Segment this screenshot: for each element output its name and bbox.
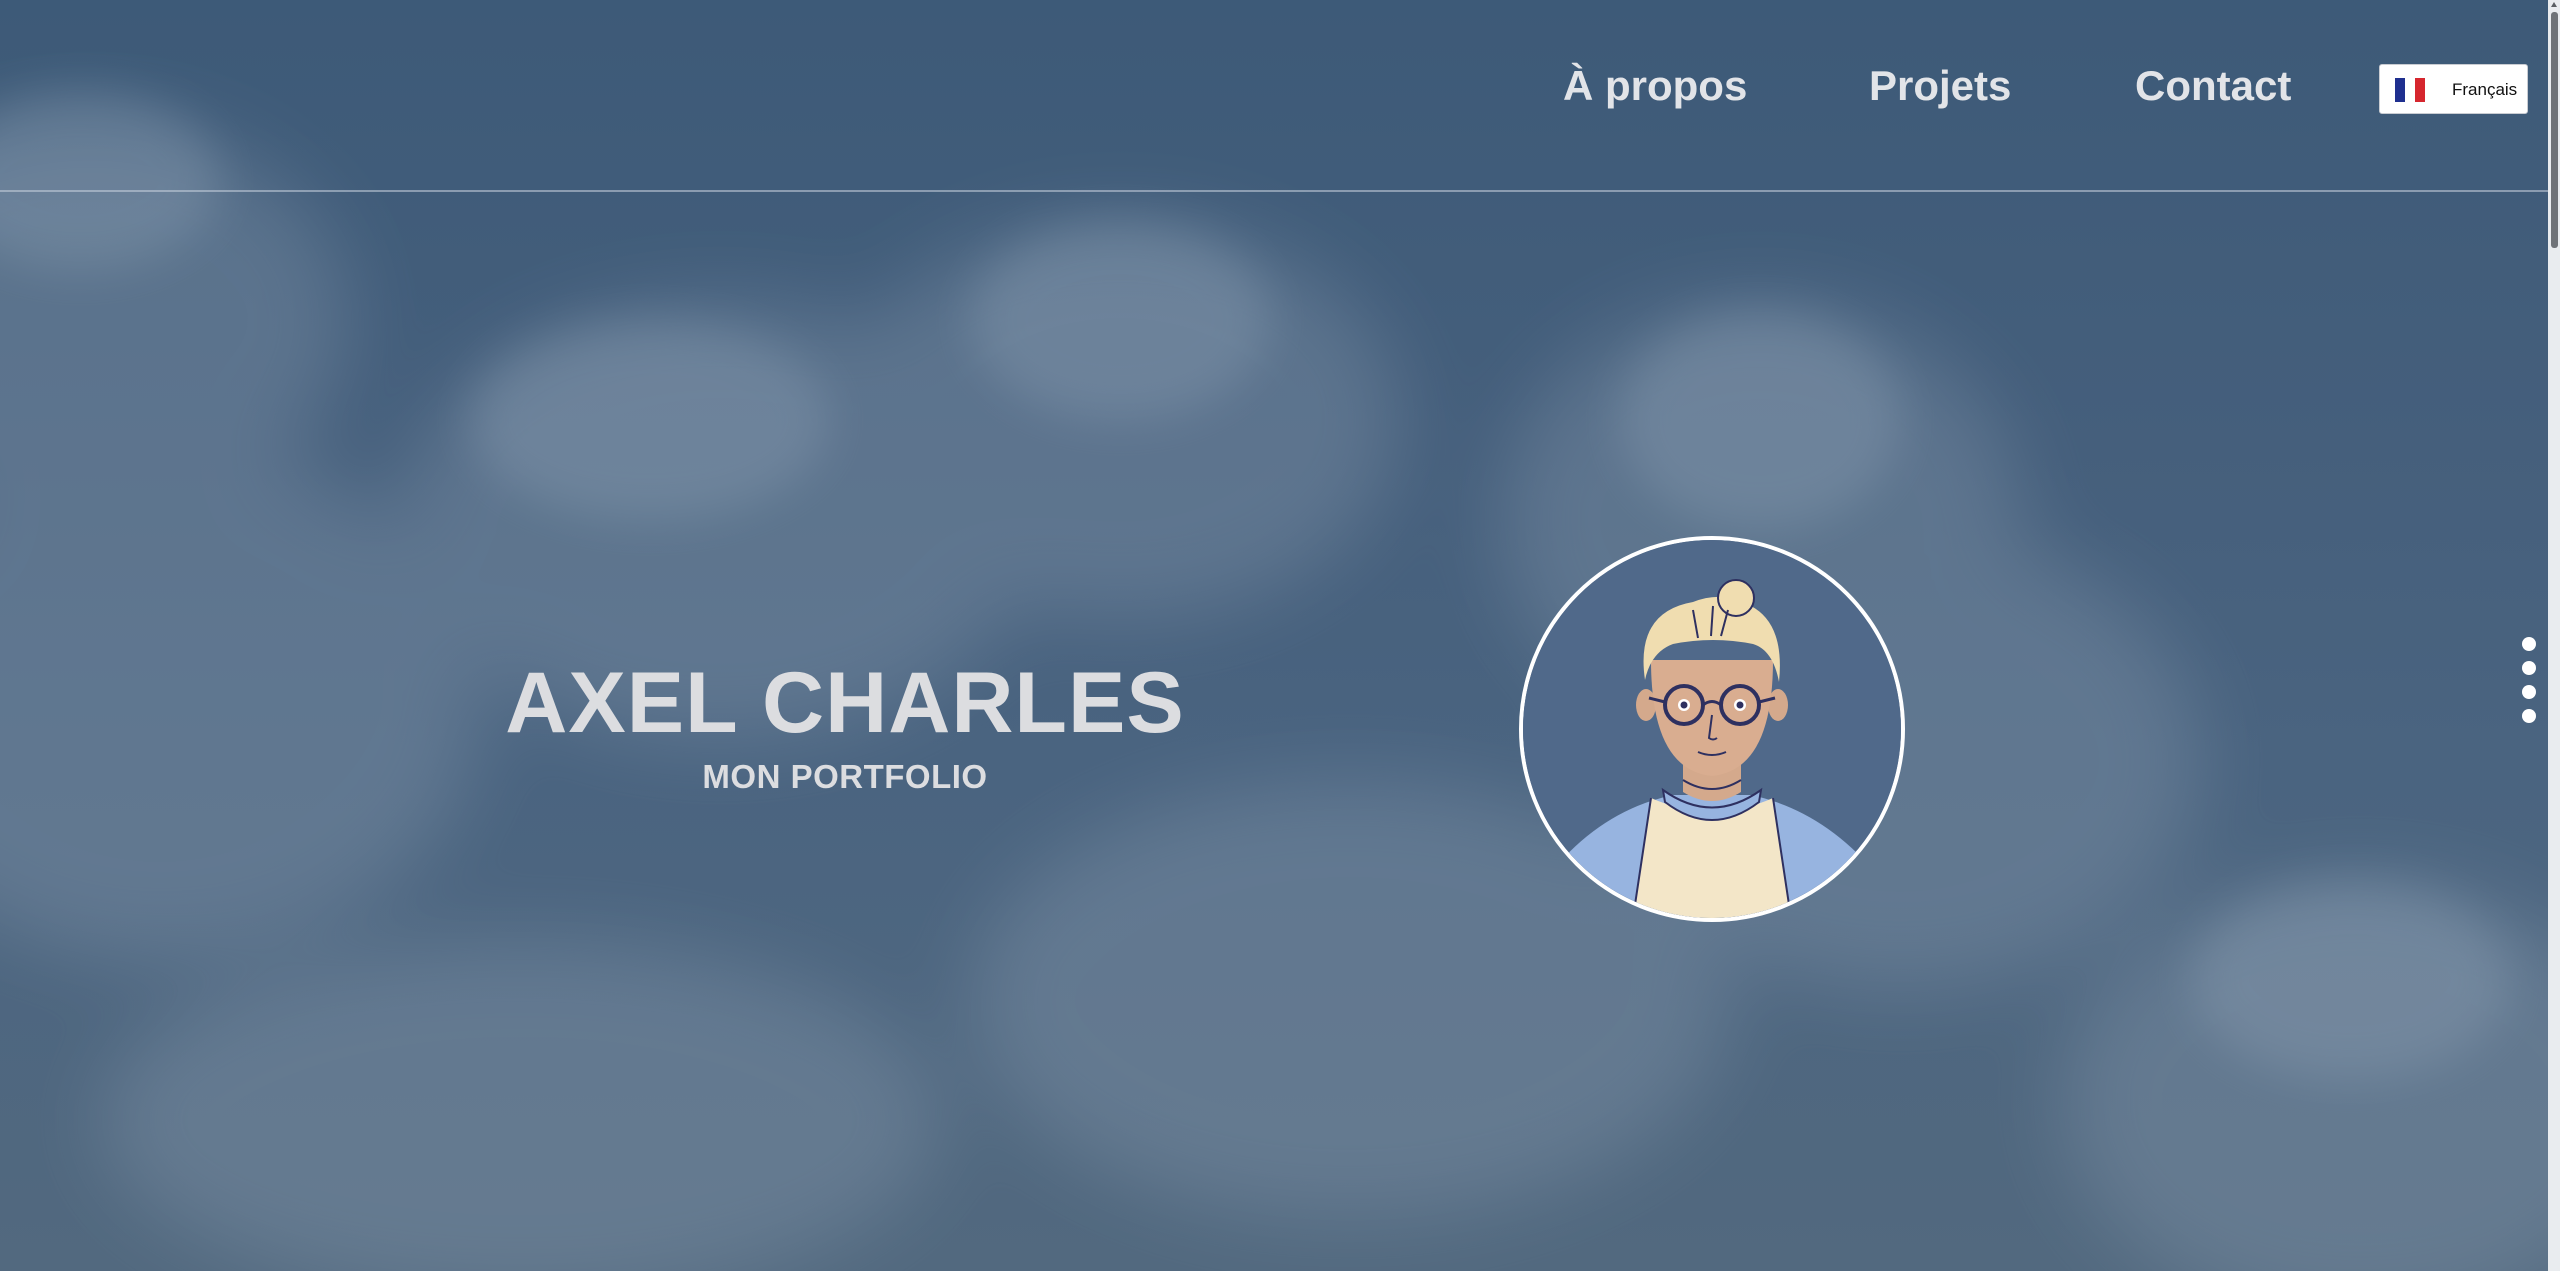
flag-stripe-blue [2395,78,2405,102]
flag-stripe-red [2415,78,2425,102]
avatar [1519,536,1905,922]
hero-name: AXEL CHARLES [505,655,1185,751]
language-selector[interactable]: Français [2379,64,2528,114]
flag-stripe-white [2405,78,2415,102]
nav-link-projects[interactable]: Projets [1869,62,2011,110]
scroll-up-arrow-icon[interactable] [2551,2,2557,7]
nav-link-contact[interactable]: Contact [2135,62,2291,110]
portfolio-page: À propos Projets Contact Français AXEL C… [0,0,2560,1271]
section-navigation-dots [2522,637,2538,733]
language-label: Français [2452,80,2518,99]
section-dot-2[interactable] [2522,661,2536,675]
site-header: À propos Projets Contact Français [0,0,2548,192]
avatar-illustration [1523,540,1901,918]
section-dot-4[interactable] [2522,709,2536,723]
scrollbar-thumb[interactable] [2551,12,2558,248]
hero-subtitle: MON PORTFOLIO [702,758,988,795]
section-dot-3[interactable] [2522,685,2536,699]
section-dot-1[interactable] [2522,637,2536,651]
nav-link-about[interactable]: À propos [1563,62,1747,110]
france-flag-icon [2395,78,2425,102]
scrollbar[interactable] [2548,0,2560,1271]
